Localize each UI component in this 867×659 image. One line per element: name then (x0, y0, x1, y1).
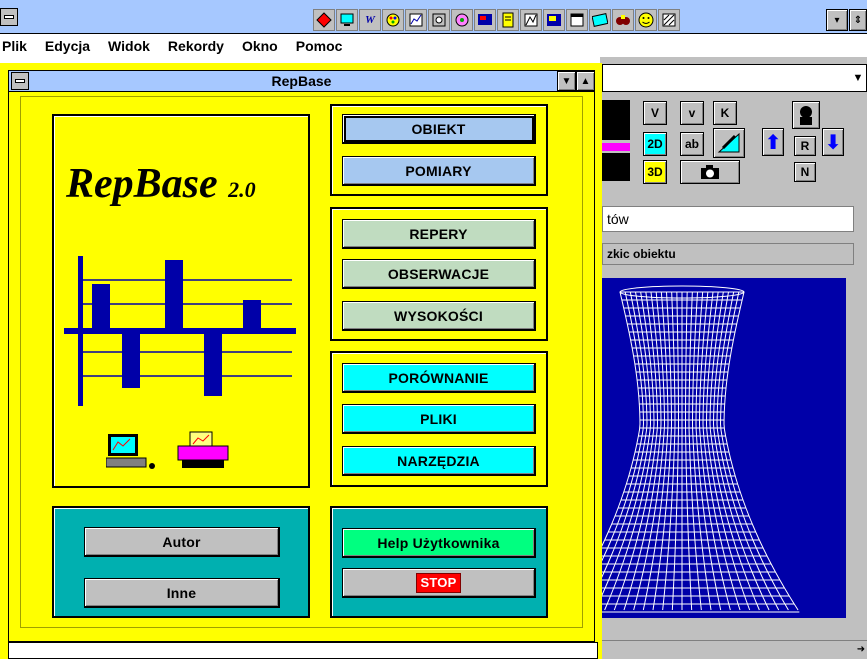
porownanie-button[interactable]: PORÓWNANIE (342, 363, 536, 393)
chart-icon[interactable] (405, 9, 427, 31)
tool-v-upper-button[interactable]: V (643, 101, 667, 125)
autor-button[interactable]: Autor (84, 527, 280, 557)
diamond-icon[interactable] (313, 9, 335, 31)
app-restore-button[interactable]: ⇕ (849, 9, 867, 31)
card-icon[interactable] (589, 9, 611, 31)
tool-2d-button[interactable]: 2D (643, 132, 667, 156)
image-icon[interactable] (543, 9, 565, 31)
window-icon[interactable] (566, 9, 588, 31)
repery-button[interactable]: REPERY (342, 219, 536, 249)
binoculars-icon[interactable] (612, 9, 634, 31)
dialog-title: RepBase (271, 73, 332, 89)
object-sketch (602, 268, 854, 620)
camera-icon[interactable] (680, 160, 740, 184)
app-minimize-button[interactable]: ▾ (826, 9, 848, 31)
chevron-down-icon[interactable]: ▼ (850, 65, 866, 91)
logo-chart-graphic (64, 256, 296, 406)
stop-button[interactable]: STOP (342, 568, 536, 598)
person-icon[interactable] (792, 101, 820, 129)
dialog-status-strip (8, 642, 598, 659)
monitor-icon[interactable] (336, 9, 358, 31)
wysokosci-button[interactable]: WYSOKOŚCI (342, 301, 536, 331)
menu-rekordy[interactable]: Rekordy (168, 38, 224, 54)
obserwacje-button[interactable]: OBSERWACJE (342, 259, 536, 289)
script-icon[interactable]: W (359, 9, 381, 31)
tool-ab-button[interactable]: ab (680, 132, 704, 156)
app-system-menu-button[interactable] (0, 8, 18, 26)
book-icon[interactable] (497, 9, 519, 31)
toolbar-icons: W (313, 9, 681, 31)
plotter-icon (177, 431, 229, 468)
help-group-panel (330, 506, 548, 618)
inne-button[interactable]: Inne (84, 578, 280, 608)
smiley-icon[interactable] (635, 9, 657, 31)
flag-icon[interactable] (474, 9, 496, 31)
tool-3d-button[interactable]: 3D (643, 160, 667, 184)
cooling-tower-wireframe (602, 278, 846, 618)
dialog-maximize-button[interactable]: ▲ (576, 71, 595, 91)
record-combo-box[interactable]: ▼ (602, 64, 867, 92)
tool-r-button[interactable]: R (794, 136, 816, 156)
puzzle-icon[interactable] (428, 9, 450, 31)
logo-title: RepBase 2.0 (66, 160, 296, 208)
obiekt-button[interactable]: OBIEKT (342, 114, 536, 144)
tool-n-button[interactable]: N (794, 162, 816, 182)
sketch-header: zkic obiektu (602, 243, 854, 265)
dialog-minimize-button[interactable]: ▼ (557, 71, 576, 91)
arrow-up-icon[interactable]: ⬆ (762, 128, 784, 156)
tool-v-lower-button[interactable]: v (680, 101, 704, 125)
menu-pomoc[interactable]: Pomoc (296, 38, 343, 54)
tool-k-button[interactable]: K (713, 101, 737, 125)
palette-icon[interactable] (382, 9, 404, 31)
menu-plik[interactable]: Plik (2, 38, 27, 54)
computer-icon (106, 434, 155, 469)
logo-name: RepBase (66, 161, 218, 207)
pliki-button[interactable]: PLIKI (342, 404, 536, 434)
horizontal-scrollbar[interactable]: ➜ (602, 640, 867, 659)
narzedzia-button[interactable]: NARZĘDZIA (342, 446, 536, 476)
color-swatch-black[interactable] (602, 100, 630, 140)
description-field[interactable]: tów (602, 206, 854, 232)
scroll-right-arrow-icon[interactable]: ➜ (855, 641, 867, 659)
logo-version: 2.0 (228, 177, 256, 202)
dialog-title-bar: RepBase ▼ ▲ (8, 70, 595, 92)
pattern-icon[interactable] (658, 9, 680, 31)
paint-icon[interactable] (451, 9, 473, 31)
color-swatch-magenta[interactable] (602, 143, 630, 151)
color-swatch-black-2[interactable] (602, 153, 630, 181)
arrow-down-icon[interactable]: ⬇ (822, 128, 844, 156)
graph-icon[interactable] (520, 9, 542, 31)
help-button[interactable]: Help Użytkownika (342, 528, 536, 558)
menu-edycja[interactable]: Edycja (45, 38, 90, 54)
menu-widok[interactable]: Widok (108, 38, 150, 54)
pomiary-button[interactable]: POMIARY (342, 156, 536, 186)
app-title-bar: W ▾ ⇕ (0, 0, 867, 34)
menu-okno[interactable]: Okno (242, 38, 278, 54)
sketch-vertical-edge (846, 268, 854, 620)
pencil-ruler-icon[interactable] (713, 128, 745, 158)
menu-bar: Plik Edycja Widok Rekordy Okno Pomoc (0, 35, 867, 57)
stop-icon: STOP (415, 572, 462, 593)
